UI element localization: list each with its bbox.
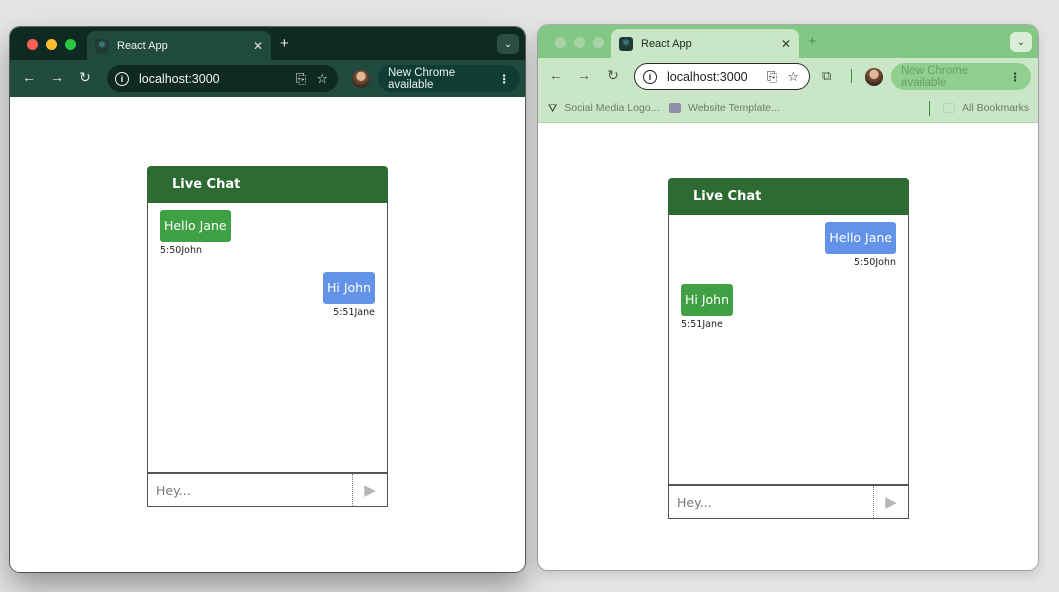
chat-composer: ▶ (147, 473, 388, 507)
chat-composer: ▶ (668, 485, 909, 519)
update-label: New Chrome available (901, 64, 969, 89)
profile-avatar[interactable] (865, 68, 883, 86)
tab-react-app[interactable]: ⚛ React App ✕ (87, 31, 271, 60)
window-controls (555, 37, 604, 48)
send-icon: ▶ (364, 482, 376, 499)
message-item: Hello Jane 5:50John (160, 210, 231, 256)
message-meta: 5:51Jane (681, 319, 733, 330)
send-icon: ▶ (885, 494, 897, 511)
back-icon[interactable]: ← (547, 67, 565, 83)
message-time: 5:51 (681, 319, 703, 330)
bookmark-favicon-icon (669, 103, 681, 113)
tab-title: React App (641, 37, 692, 50)
bookmarks-bar: ⛛ Social Media Logo... Website Template.… (538, 95, 1038, 123)
bookmark-star-icon[interactable]: ☆ (316, 71, 328, 87)
reload-icon[interactable]: ↻ (604, 67, 622, 84)
bookmark-item[interactable]: Website Template... (669, 102, 780, 114)
site-info-icon[interactable]: i (115, 71, 129, 86)
chat-header: Live Chat (668, 178, 909, 215)
bookmark-label: Website Template... (688, 102, 780, 114)
message-time: 5:50 (160, 245, 182, 256)
maximize-window-button[interactable] (65, 39, 76, 50)
message-item: Hi John 5:51Jane (322, 272, 375, 318)
message-sender: John (181, 245, 202, 256)
bookmark-item[interactable]: ⛛ Social Media Logo... (548, 102, 660, 115)
bookmark-favicon-icon: ⛛ (548, 103, 558, 115)
close-tab-icon[interactable]: ✕ (253, 39, 263, 53)
bookmark-star-icon[interactable]: ☆ (787, 69, 799, 85)
tab-search-icon[interactable]: ⌄ (1010, 32, 1032, 52)
toolbar-separator (851, 69, 852, 83)
react-favicon-icon: ⚛ (95, 38, 109, 53)
tab-search-icon[interactable]: ⌄ (497, 34, 519, 54)
tab-strip: ⚛ React App ✕ + ⌄ (10, 27, 525, 60)
all-bookmarks-label: All Bookmarks (962, 102, 1030, 114)
url-text: localhost:3000 (139, 71, 220, 86)
message-meta: 5:51Jane (323, 307, 375, 318)
more-menu-icon[interactable]: ⋮ (499, 72, 511, 86)
message-bubble: Hello Jane (825, 222, 896, 254)
send-button[interactable]: ▶ (352, 474, 387, 506)
chat-header: Live Chat (147, 166, 388, 203)
minimize-window-button[interactable] (574, 37, 585, 48)
browser-window-right: ⚛ React App ✕ + ⌄ ← → ↻ i localhost:3000… (538, 25, 1038, 570)
chat-messages: Hello Jane 5:50John Hi John 5:51Jane (668, 215, 909, 485)
browser-toolbar: ← → ↻ i localhost:3000 ⎘ ☆ ⧉ New Chrome … (538, 58, 1038, 95)
message-input[interactable] (148, 474, 352, 506)
tab-strip: ⚛ React App ✕ + ⌄ (538, 25, 1038, 58)
forward-icon[interactable]: → (575, 67, 593, 83)
message-input[interactable] (669, 486, 873, 518)
close-tab-icon[interactable]: ✕ (781, 37, 791, 51)
new-tab-icon[interactable]: + (280, 35, 289, 52)
extensions-icon[interactable]: ⧉ (822, 68, 831, 84)
install-app-icon[interactable]: ⎘ (767, 69, 777, 85)
site-info-icon[interactable]: i (643, 69, 657, 84)
close-window-button[interactable] (555, 37, 566, 48)
chat-messages: Hello Jane 5:50John Hi John 5:51Jane (147, 203, 388, 473)
close-window-button[interactable] (27, 39, 38, 50)
forward-icon[interactable]: → (48, 69, 66, 85)
message-bubble: Hello Jane (160, 210, 231, 242)
message-item: Hello Jane 5:50John (825, 222, 896, 268)
new-chrome-available-button[interactable]: New Chrome available ⋮ (891, 63, 1031, 90)
all-bookmarks-button[interactable]: All Bookmarks (943, 102, 1029, 114)
address-bar[interactable]: i localhost:3000 ⎘ ☆ (634, 63, 810, 90)
page-content: Live Chat Hello Jane 5:50John Hi John 5:… (10, 97, 525, 572)
message-sender: Jane (702, 319, 723, 330)
message-item: Hi John 5:51Jane (681, 284, 734, 330)
new-chrome-available-button[interactable]: New Chrome available ⋮ (378, 65, 520, 92)
send-button[interactable]: ▶ (873, 486, 908, 518)
minimize-window-button[interactable] (46, 39, 57, 50)
browser-toolbar: ← → ↻ i localhost:3000 ⎘ ☆ New Chrome av… (10, 60, 525, 97)
address-bar[interactable]: i localhost:3000 ⎘ ☆ (107, 65, 338, 92)
new-tab-icon[interactable]: + (808, 33, 817, 50)
message-bubble: Hi John (681, 284, 734, 316)
more-menu-icon[interactable]: ⋮ (1010, 70, 1022, 84)
tab-react-app[interactable]: ⚛ React App ✕ (611, 29, 799, 58)
react-favicon-icon: ⚛ (619, 36, 633, 51)
message-time: 5:51 (333, 307, 355, 318)
reload-icon[interactable]: ↻ (76, 69, 94, 86)
page-content: Live Chat Hello Jane 5:50John Hi John 5:… (538, 123, 1038, 570)
message-meta: 5:50John (825, 257, 896, 268)
bookmarks-separator (929, 101, 930, 116)
message-sender: John (875, 257, 896, 268)
message-bubble: Hi John (322, 272, 375, 304)
back-icon[interactable]: ← (20, 69, 38, 85)
live-chat-widget: Live Chat Hello Jane 5:50John Hi John 5:… (147, 166, 388, 507)
message-meta: 5:50John (160, 245, 231, 256)
live-chat-widget: Live Chat Hello Jane 5:50John Hi John 5:… (668, 178, 909, 519)
message-sender: Jane (354, 307, 376, 318)
maximize-window-button[interactable] (593, 37, 604, 48)
folder-icon (943, 103, 955, 113)
window-controls (27, 39, 76, 50)
bookmark-label: Social Media Logo... (564, 102, 660, 114)
install-app-icon[interactable]: ⎘ (296, 71, 306, 87)
update-label: New Chrome available (388, 66, 456, 91)
profile-avatar[interactable] (352, 70, 370, 88)
message-time: 5:50 (854, 257, 876, 268)
url-text: localhost:3000 (667, 69, 748, 84)
browser-window-left: ⚛ React App ✕ + ⌄ ← → ↻ i localhost:3000… (10, 27, 525, 572)
tab-title: React App (117, 39, 168, 52)
